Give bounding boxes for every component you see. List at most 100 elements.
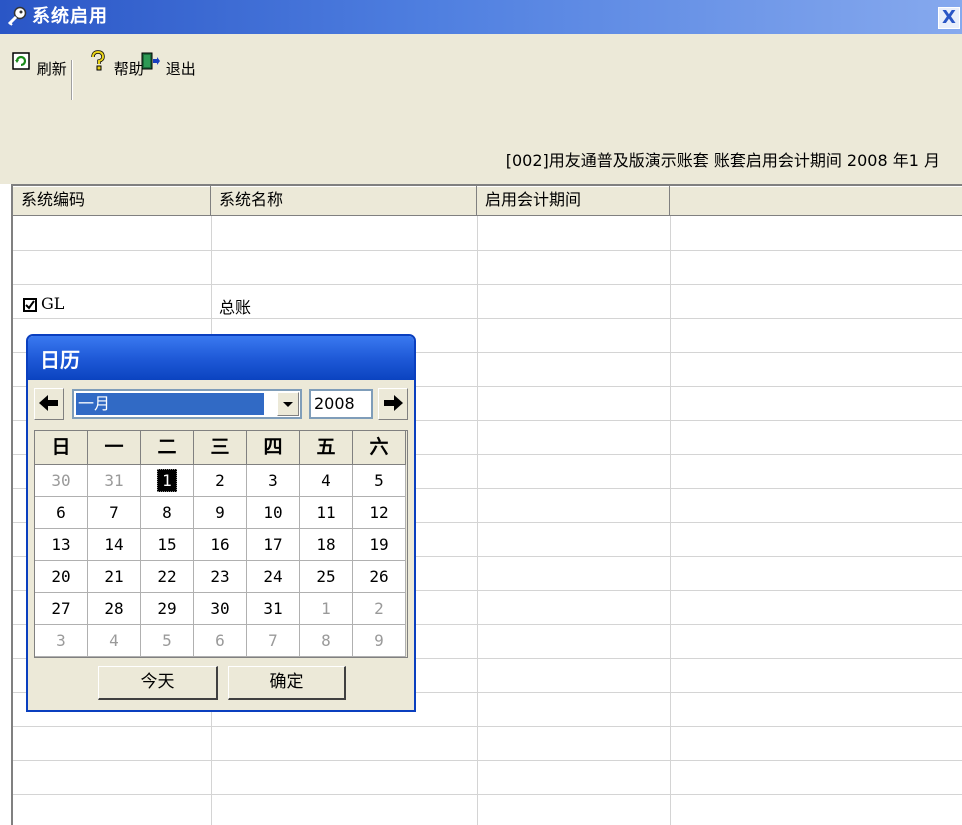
column-header-name[interactable]: 系统名称 <box>211 186 477 216</box>
help-button[interactable]: 帮助 <box>87 50 144 79</box>
calendar-day[interactable]: 21 <box>88 561 141 593</box>
weekday-header: 三 <box>194 431 247 465</box>
arrow-left-icon <box>39 395 58 411</box>
calendar-day[interactable]: 1 <box>141 465 194 497</box>
calendar-day[interactable]: 2 <box>353 593 406 625</box>
calendar-day-label: 31 <box>263 599 283 618</box>
weekday-header: 二 <box>141 431 194 465</box>
calendar-day[interactable]: 4 <box>300 465 353 497</box>
calendar-day-label: 13 <box>51 535 71 554</box>
calendar-day[interactable]: 15 <box>141 529 194 561</box>
row-name: 总账 <box>219 298 252 317</box>
calendar-day[interactable]: 8 <box>300 625 353 657</box>
row-code: GL <box>41 294 65 313</box>
exit-door-icon <box>141 52 160 70</box>
weekday-header: 六 <box>353 431 406 465</box>
calendar-day[interactable]: 25 <box>300 561 353 593</box>
calendar-day[interactable]: 10 <box>247 497 300 529</box>
calendar-popup: 日历 一月 2008 日一二三四五六 30 31 1 2 3 4 5 6 7 8 9 10 11 12 13 1… <box>26 334 416 712</box>
calendar-day[interactable]: 1 <box>300 593 353 625</box>
calendar-title: 日历 <box>40 348 80 372</box>
today-button[interactable]: 今天 <box>98 666 218 700</box>
calendar-day-label: 3 <box>268 471 278 490</box>
weekday-header: 日 <box>35 431 88 465</box>
calendar-day-label: 8 <box>162 503 172 522</box>
calendar-day-label: 18 <box>316 535 336 554</box>
calendar-day[interactable]: 2 <box>194 465 247 497</box>
calendar-day-label: 7 <box>268 631 278 650</box>
calendar-day[interactable]: 4 <box>88 625 141 657</box>
gl-checkbox[interactable] <box>23 298 37 312</box>
calendar-day[interactable]: 9 <box>194 497 247 529</box>
calendar-day-label: 6 <box>56 503 66 522</box>
calendar-day-label: 2 <box>215 471 225 490</box>
calendar-day[interactable]: 5 <box>353 465 406 497</box>
calendar-day[interactable]: 6 <box>35 497 88 529</box>
calendar-title-bar: 日历 <box>28 336 414 380</box>
calendar-day-label: 11 <box>316 503 336 522</box>
calendar-day-label: 26 <box>369 567 389 586</box>
calendar-day[interactable]: 7 <box>247 625 300 657</box>
calendar-day-label: 4 <box>321 471 331 490</box>
exit-label: 退出 <box>165 60 196 78</box>
refresh-button[interactable]: 刷新 <box>10 50 67 79</box>
calendar-day[interactable]: 30 <box>194 593 247 625</box>
calendar-day[interactable]: 28 <box>88 593 141 625</box>
month-select[interactable]: 一月 <box>72 389 302 419</box>
calendar-day[interactable]: 16 <box>194 529 247 561</box>
calendar-day[interactable]: 29 <box>141 593 194 625</box>
calendar-day[interactable]: 5 <box>141 625 194 657</box>
calendar-day-label: 28 <box>104 599 124 618</box>
calendar-day-label: 10 <box>263 503 283 522</box>
grid-line <box>670 216 671 825</box>
calendar-day[interactable]: 3 <box>247 465 300 497</box>
calendar-day-label: 9 <box>215 503 225 522</box>
calendar-day[interactable]: 6 <box>194 625 247 657</box>
prev-month-button[interactable] <box>34 388 64 420</box>
column-header-period[interactable]: 启用会计期间 <box>477 186 670 216</box>
exit-button[interactable]: 退出 <box>139 50 196 79</box>
calendar-day[interactable]: 31 <box>88 465 141 497</box>
calendar-day-label: 20 <box>51 567 71 586</box>
close-button[interactable]: X <box>938 7 960 29</box>
calendar-day[interactable]: 23 <box>194 561 247 593</box>
question-icon <box>91 50 105 71</box>
calendar-day[interactable]: 20 <box>35 561 88 593</box>
calendar-day[interactable]: 24 <box>247 561 300 593</box>
grid-line <box>13 250 962 251</box>
calendar-day[interactable]: 31 <box>247 593 300 625</box>
weekday-header: 四 <box>247 431 300 465</box>
chevron-down-icon <box>283 402 293 407</box>
refresh-label: 刷新 <box>36 60 67 78</box>
calendar-day-label: 17 <box>263 535 283 554</box>
year-input[interactable]: 2008 <box>309 389 373 419</box>
month-dropdown-button[interactable] <box>277 392 299 416</box>
calendar-day[interactable]: 27 <box>35 593 88 625</box>
grid-line <box>13 284 962 285</box>
calendar-day-label: 30 <box>51 471 71 490</box>
ok-button[interactable]: 确定 <box>228 666 346 700</box>
calendar-day[interactable]: 9 <box>353 625 406 657</box>
calendar-day[interactable]: 17 <box>247 529 300 561</box>
calendar-day[interactable]: 14 <box>88 529 141 561</box>
calendar-day-label: 1 <box>321 599 331 618</box>
calendar-day[interactable]: 13 <box>35 529 88 561</box>
calendar-day-label: 29 <box>157 599 177 618</box>
calendar-day[interactable]: 19 <box>353 529 406 561</box>
column-header-code[interactable]: 系统编码 <box>13 186 211 216</box>
calendar-day[interactable]: 8 <box>141 497 194 529</box>
calendar-day[interactable]: 30 <box>35 465 88 497</box>
calendar-day[interactable]: 18 <box>300 529 353 561</box>
calendar-day[interactable]: 3 <box>35 625 88 657</box>
calendar-day-label: 30 <box>210 599 230 618</box>
calendar-day-label: 7 <box>109 503 119 522</box>
calendar-day-label: 6 <box>215 631 225 650</box>
grid-line <box>13 318 962 319</box>
column-header-blank <box>670 186 962 216</box>
calendar-day[interactable]: 7 <box>88 497 141 529</box>
calendar-day[interactable]: 22 <box>141 561 194 593</box>
calendar-day[interactable]: 12 <box>353 497 406 529</box>
calendar-day[interactable]: 11 <box>300 497 353 529</box>
next-month-button[interactable] <box>378 388 408 420</box>
calendar-day[interactable]: 26 <box>353 561 406 593</box>
